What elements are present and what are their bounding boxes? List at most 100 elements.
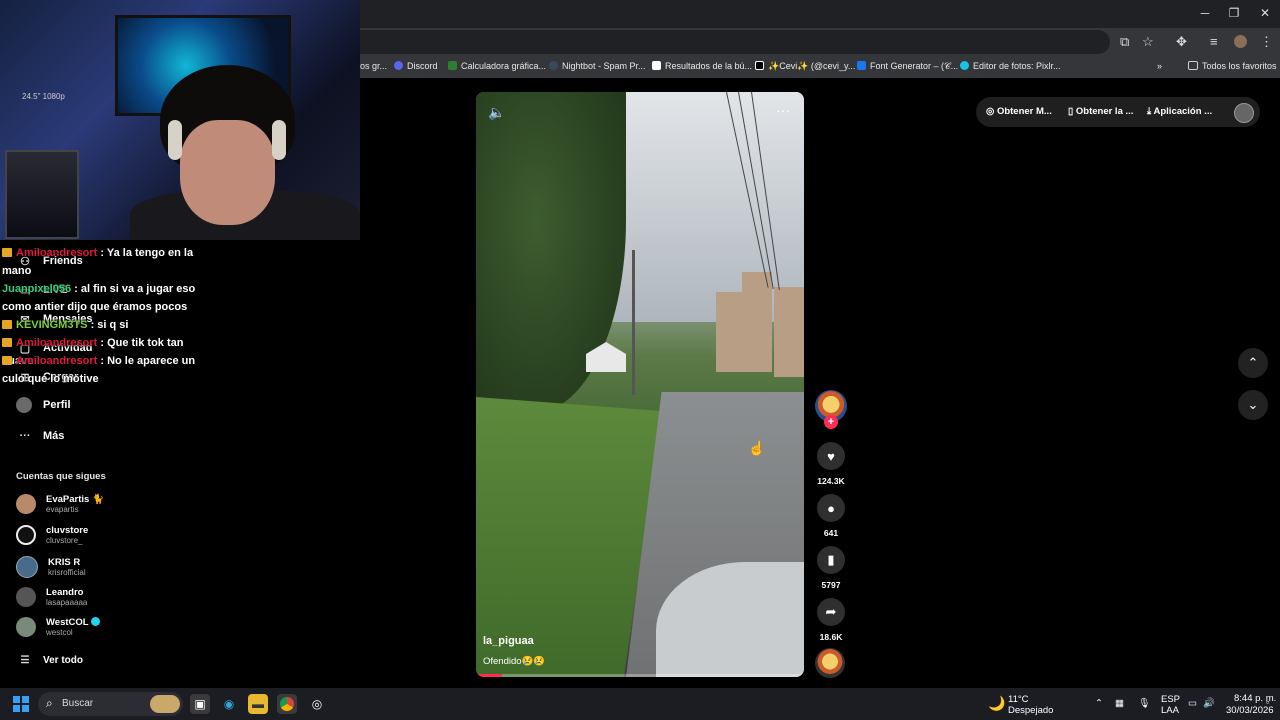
bookmark-item[interactable]: Editor de fotos: Pixlr... <box>960 61 1061 71</box>
mouse-cursor-icon: ☝ <box>748 440 766 456</box>
file-explorer-icon[interactable]: ▬ <box>248 694 268 714</box>
browser-menu-icon[interactable]: ⋮ <box>1260 34 1273 50</box>
video-progress-fill <box>476 674 503 677</box>
video-progress-bar[interactable] <box>476 674 804 677</box>
minimize-button[interactable]: ─ <box>1195 6 1215 20</box>
bookmark-item[interactable]: Nightbot - Spam Pr... <box>549 61 646 71</box>
share-button[interactable]: ➦ <box>817 598 845 626</box>
chat-message: Juanpixel056 : al fin si va a jugar eso … <box>2 283 196 313</box>
app-icon[interactable]: ◎ <box>307 694 327 714</box>
desktop-app-button[interactable]: ⤓ Aplicación ... <box>1147 106 1212 117</box>
browser-profile-avatar[interactable] <box>1234 35 1247 48</box>
comment-button[interactable]: ● <box>817 494 845 522</box>
tray-app-icon[interactable]: ▦ <box>1115 698 1124 709</box>
bookmark-item[interactable]: Calculadora gráfica... <box>448 61 546 71</box>
next-video-button[interactable]: ⌄ <box>1238 390 1268 420</box>
sidebar-item-profile[interactable]: Perfil <box>16 397 71 413</box>
following-account[interactable]: EvaPartis 🐈 evapartis <box>16 494 104 514</box>
music-disc-icon[interactable] <box>815 648 845 678</box>
sidebar-item-more[interactable]: ··· Más <box>16 427 65 445</box>
following-account[interactable]: KRIS Rkrisrofficial <box>16 556 86 578</box>
maximize-button[interactable]: ❐ <box>1224 6 1244 20</box>
address-bar-row: ⧉ ☆ ✥ ≡ ⋮ <box>360 28 1280 56</box>
video-street-pole <box>632 250 635 395</box>
share-icon: ➦ <box>825 604 837 619</box>
see-all-following-link[interactable]: ☰ Ver todo <box>16 651 84 669</box>
pixlr-icon <box>960 61 969 70</box>
video-player[interactable]: 🔈 ··· la_piguaa Ofendido😢😢 <box>476 92 804 677</box>
following-account[interactable]: WestCOL westcol <box>16 617 101 637</box>
video-more-icon[interactable]: ··· <box>776 102 790 118</box>
subscriber-badge-icon <box>2 248 12 257</box>
get-coins-button[interactable]: ◎ Obtener M... <box>986 106 1052 117</box>
tray-overflow-icon[interactable]: ⌃ <box>1095 698 1103 709</box>
save-button[interactable]: ▮ <box>817 546 845 574</box>
extensions-icon[interactable]: ✥ <box>1176 34 1187 50</box>
close-button[interactable]: ✕ <box>1255 6 1275 20</box>
bookmark-item[interactable]: Resultados de la bú... <box>652 61 752 71</box>
following-account[interactable]: Leandro lasapaaaaa <box>16 587 87 607</box>
monitor-box-text: 24.5" 1080p <box>22 92 65 101</box>
task-view-icon[interactable]: ▣ <box>190 694 210 714</box>
avatar <box>16 525 36 545</box>
avatar <box>16 556 38 578</box>
bookmark-item[interactable]: Font Generator – (𝒞... <box>857 61 958 72</box>
bookmarks-overflow-button[interactable]: » <box>1157 61 1162 71</box>
language-indicator[interactable]: ESP <box>1161 694 1180 705</box>
more-icon: ··· <box>19 430 31 442</box>
all-bookmarks-folder[interactable]: Todos los favoritos <box>1188 61 1277 71</box>
nightbot-icon <box>549 61 558 70</box>
video-building <box>774 287 804 377</box>
facebook-icon <box>857 61 866 70</box>
save-count: 5797 <box>821 580 841 590</box>
phone-icon: ▯ <box>1068 106 1076 117</box>
microphone-icon[interactable]: 🎙 <box>1138 698 1150 709</box>
profile-icon <box>16 397 32 413</box>
bookmarks-bar: os gr... Discord Calculadora gráfica... … <box>360 56 1280 78</box>
verified-icon <box>91 617 101 626</box>
address-bar[interactable] <box>360 30 1110 54</box>
calculator-icon <box>448 61 457 70</box>
previous-video-button[interactable]: ⌃ <box>1238 348 1268 378</box>
chat-message: KEVINGM3TS : si q si <box>2 316 217 334</box>
streamer-webcam: 24.5" 1080p <box>0 0 360 240</box>
install-app-icon[interactable]: ⧉ <box>1120 34 1129 50</box>
bookmark-item[interactable]: ✨Cevi✨ (@cevi_y... <box>755 61 855 72</box>
video-caption: Ofendido😢😢 <box>483 656 546 667</box>
tiktok-profile-avatar[interactable] <box>1234 103 1254 123</box>
edge-icon[interactable]: ◉ <box>219 694 239 714</box>
windows-start-icon[interactable] <box>13 696 29 712</box>
notification-icon[interactable]: ▫ <box>1266 697 1269 708</box>
bookmark-item[interactable]: Discord <box>394 61 438 71</box>
follow-button[interactable]: + <box>824 415 838 429</box>
weather-temp: 11°C <box>1008 694 1029 705</box>
discord-icon <box>394 61 403 70</box>
video-author-username[interactable]: la_piguaa <box>483 635 534 647</box>
background-pc-case <box>5 150 79 239</box>
comment-icon: ● <box>827 500 835 516</box>
volume-icon[interactable]: 🔈 <box>488 104 505 121</box>
chat-message: Amiloandresort : No le aparece un culo q… <box>2 355 196 385</box>
following-account[interactable]: cluvstore cluvstore_ <box>16 525 88 545</box>
chrome-icon[interactable] <box>277 694 297 714</box>
chevron-up-icon: ⌃ <box>1247 355 1259 370</box>
tiktok-top-actions: ◎ Obtener M... ▯ Obtener la ... ⤓ Aplica… <box>976 97 1260 127</box>
list-icon: ☰ <box>20 654 30 666</box>
search-highlight-icon <box>150 695 180 713</box>
language-sub: LAA <box>1161 705 1179 716</box>
like-button[interactable]: ♥ <box>817 442 845 470</box>
bookmark-icon: ▮ <box>827 552 835 567</box>
windows-taskbar: ⌕ Buscar ▣ ◉ ▬ ◎ 🌙 11°C Despejado ⌃ ▦ 🎙 … <box>0 688 1280 720</box>
like-count: 124.3K <box>817 476 845 486</box>
media-control-icon[interactable]: ≡ <box>1210 34 1218 49</box>
volume-tray-icon[interactable]: 🔊 <box>1203 698 1215 709</box>
taskbar-search[interactable]: ⌕ Buscar <box>38 692 183 716</box>
chevron-down-icon: ⌄ <box>1247 397 1259 412</box>
get-app-button[interactable]: ▯ Obtener la ... <box>1068 106 1133 117</box>
bookmark-item[interactable]: os gr... <box>360 61 387 71</box>
tiktok-icon <box>755 61 764 70</box>
subscriber-badge-icon <box>2 356 12 365</box>
bookmark-star-icon[interactable]: ☆ <box>1142 34 1154 50</box>
clock-time[interactable]: 8:44 p. m. <box>1234 693 1276 704</box>
network-icon[interactable]: ▭ <box>1188 698 1197 709</box>
